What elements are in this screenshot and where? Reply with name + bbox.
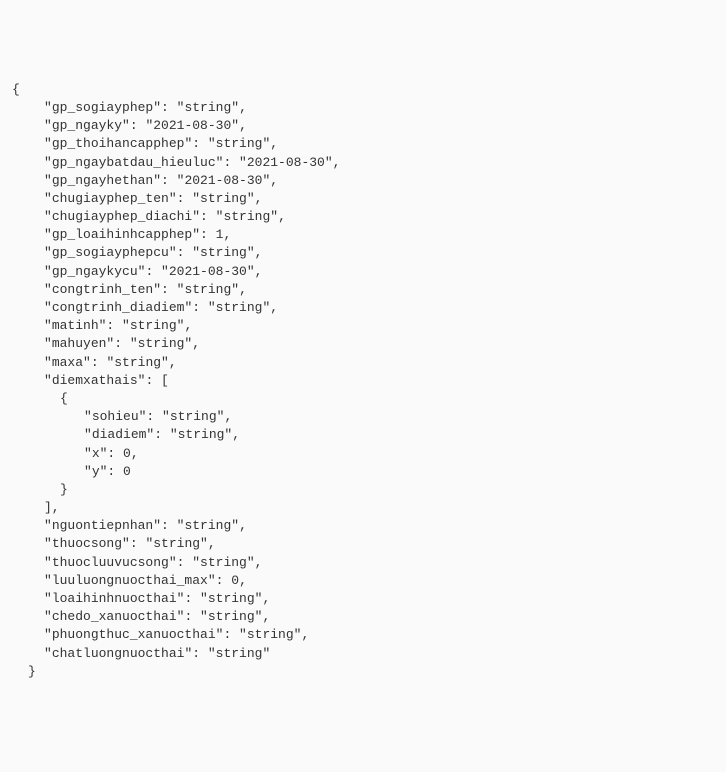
json-property: "luuluongnuocthai_max": 0,: [12, 572, 247, 590]
json-property: "y": 0: [12, 463, 131, 481]
json-property: "thuocluuvucsong": "string",: [12, 554, 262, 572]
json-property: "chedo_xanuocthai": "string",: [12, 608, 270, 626]
json-property: "nguontiepnhan": "string",: [12, 517, 247, 535]
json-property: "matinh": "string",: [12, 317, 192, 335]
json-property: "gp_ngayhethan": "2021-08-30",: [12, 172, 278, 190]
json-code-block: {"gp_sogiayphep": "string","gp_ngayky": …: [12, 81, 714, 681]
json-property: "gp_sogiayphepcu": "string",: [12, 244, 262, 262]
json-property: "gp_thoihancapphep": "string",: [12, 135, 278, 153]
json-property: "congtrinh_ten": "string",: [12, 281, 247, 299]
array-item-close: }: [12, 481, 68, 499]
array-open-bracket: [: [161, 373, 169, 388]
array-close-bracket: ],: [12, 499, 60, 517]
json-property: "chugiayphep_diachi": "string",: [12, 208, 286, 226]
json-property: "gp_ngaykycu": "2021-08-30",: [12, 263, 262, 281]
json-property: "diadiem": "string",: [12, 426, 240, 444]
array-key: diemxathais: [52, 373, 138, 388]
json-property: "gp_sogiayphep": "string",: [12, 99, 247, 117]
json-property: "gp_ngaybatdau_hieuluc": "2021-08-30",: [12, 154, 340, 172]
json-property: "maxa": "string",: [12, 354, 177, 372]
json-property: "phuongthuc_xanuocthai": "string",: [12, 626, 309, 644]
close-brace: }: [12, 663, 714, 681]
array-key-line: "diemxathais": [: [12, 372, 169, 390]
json-property: "sohieu": "string",: [12, 408, 232, 426]
open-brace: {: [12, 81, 714, 99]
json-property: "gp_ngayky": "2021-08-30",: [12, 117, 247, 135]
json-property: "mahuyen": "string",: [12, 335, 200, 353]
json-property: "chugiayphep_ten": "string",: [12, 190, 262, 208]
json-property: "chatluongnuocthai": "string": [12, 645, 270, 663]
json-property: "congtrinh_diadiem": "string",: [12, 299, 278, 317]
json-property: "x": 0,: [12, 445, 139, 463]
json-property: "loaihinhnuocthai": "string",: [12, 590, 270, 608]
json-property: "gp_loaihinhcapphep": 1,: [12, 226, 231, 244]
json-property: "thuocsong": "string",: [12, 535, 216, 553]
array-item-open: {: [12, 390, 68, 408]
